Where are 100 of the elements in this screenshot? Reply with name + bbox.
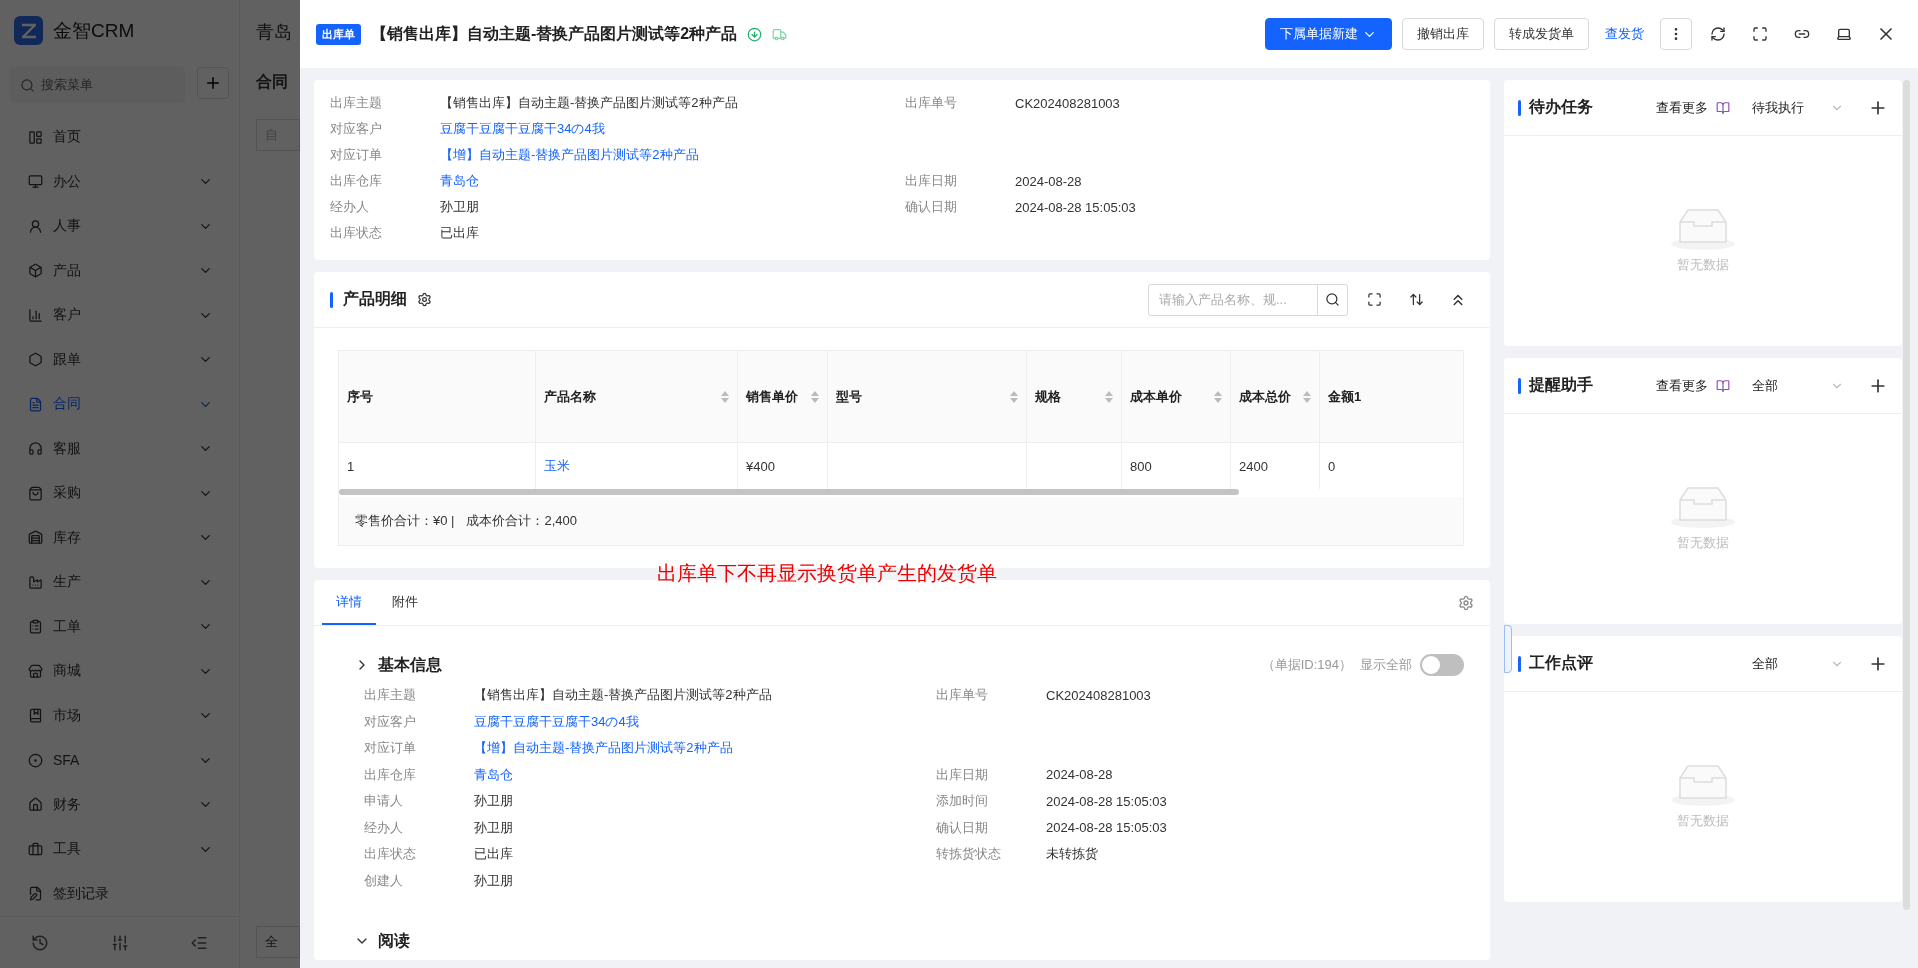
page-title: 青岛 xyxy=(256,21,293,44)
menu-item[interactable]: 库存 xyxy=(0,515,239,561)
empty-inbox-icon xyxy=(1670,208,1736,250)
drawer-title: 【销售出库】自动主题-替换产品图片测试等2种产品 xyxy=(371,23,738,44)
column-header: 成本总价 xyxy=(1231,351,1320,443)
add-button[interactable] xyxy=(197,67,229,100)
search-icon[interactable] xyxy=(1325,292,1340,307)
menu-item[interactable]: 财务 xyxy=(0,782,239,828)
sort-icon[interactable] xyxy=(1105,390,1113,403)
field-link[interactable]: 青岛仓 xyxy=(474,765,513,784)
sort-icon[interactable] xyxy=(721,390,729,403)
tab[interactable]: 附件 xyxy=(378,580,432,625)
panel-title: 工作点评 xyxy=(1529,653,1594,673)
sort-icon[interactable] xyxy=(1010,390,1018,403)
menu-item-icon xyxy=(28,574,43,590)
menu-item[interactable]: 客服 xyxy=(0,426,239,472)
menu-item[interactable]: 生产 xyxy=(0,560,239,605)
scrollbar[interactable] xyxy=(339,489,1239,495)
menu-item[interactable]: 商城 xyxy=(0,649,239,694)
panel-title: 提醒助手 xyxy=(1529,375,1594,395)
menu-item-icon xyxy=(28,619,43,635)
menu-item-icon xyxy=(28,352,43,368)
column-header: 规格 xyxy=(1027,351,1122,443)
field-value: 【销售出库】自动主题-替换产品图片测试等2种产品 xyxy=(474,686,772,705)
logo-text: 金智CRM xyxy=(53,18,135,43)
field-label: 出库仓库 xyxy=(330,172,383,190)
field-label: 添加时间 xyxy=(936,792,989,811)
field-label: 出库日期 xyxy=(936,765,989,784)
field-value: 孙卫朋 xyxy=(440,198,479,216)
total-text: 成本价合计：2,400 xyxy=(466,512,577,530)
field-link[interactable]: 青岛仓 xyxy=(440,172,479,190)
menu-item[interactable]: 市场 xyxy=(0,693,239,739)
footer-button[interactable]: 全 xyxy=(256,926,300,958)
menu-item[interactable]: 工单 xyxy=(0,604,239,650)
action-button[interactable]: 转成发货单 xyxy=(1494,18,1589,50)
menu-item-icon xyxy=(28,530,43,546)
empty-text: 暂无数据 xyxy=(1677,812,1729,830)
field-link[interactable]: 豆腐干豆腐干豆腐干34の4我 xyxy=(474,712,639,731)
logo-icon xyxy=(14,16,43,46)
menu-item[interactable]: 合同 xyxy=(0,382,239,427)
field-label: 确认日期 xyxy=(936,818,989,837)
panel-title: 待办任务 xyxy=(1529,97,1594,117)
field-link[interactable]: 【增】自动主题-替换产品图片测试等2种产品 xyxy=(440,146,699,164)
column-header: 型号 xyxy=(828,351,1027,443)
menu-item[interactable]: 产品 xyxy=(0,248,239,294)
field-label: 对应订单 xyxy=(330,146,383,164)
menu-item[interactable]: 人事 xyxy=(0,204,239,249)
empty-inbox-icon xyxy=(1670,764,1736,806)
field-value: 2024-08-28 15:05:03 xyxy=(1015,199,1136,215)
menu-item[interactable]: 首页 xyxy=(0,115,239,160)
field-value: 已出库 xyxy=(474,845,513,864)
field-label: 出库单号 xyxy=(905,94,958,112)
field-label: 确认日期 xyxy=(905,198,958,216)
menu-item-icon xyxy=(28,752,43,768)
field-label: 出库日期 xyxy=(905,172,958,190)
show-all-toggle[interactable] xyxy=(1420,654,1464,676)
more-link[interactable]: 查看更多 xyxy=(1656,376,1708,395)
field-link[interactable]: 豆腐干豆腐干豆腐干34の4我 xyxy=(440,120,605,138)
download-icon xyxy=(747,26,763,42)
menu-item[interactable]: 客户 xyxy=(0,293,239,338)
empty-text: 暂无数据 xyxy=(1677,534,1729,552)
column-header: 金额1 xyxy=(1320,351,1463,443)
panel-toggle-handle[interactable] xyxy=(1504,625,1512,673)
settings-icon[interactable] xyxy=(417,292,432,307)
menu-item[interactable]: 签到记录 xyxy=(0,871,239,917)
menu-item[interactable]: 跟单 xyxy=(0,337,239,383)
product-search-field[interactable]: 请输入产品名称、规... xyxy=(1148,283,1348,316)
scrollbar[interactable] xyxy=(1903,80,1910,910)
filter-select[interactable]: 待我执行 xyxy=(1752,98,1822,117)
total-text: 零售价合计：¥0 | xyxy=(355,512,455,530)
tab[interactable]: 详情 xyxy=(322,580,376,625)
column-header: 产品名称 xyxy=(536,351,738,443)
record-id: （单据ID:194） xyxy=(1261,656,1352,674)
sort-icon[interactable] xyxy=(811,390,819,403)
sort-icon[interactable] xyxy=(1303,390,1311,403)
menu-item-icon xyxy=(28,218,43,234)
section-title: 基本信息 xyxy=(378,654,442,675)
section-title: 阅读 xyxy=(378,930,410,951)
sort-icon[interactable] xyxy=(1214,390,1222,403)
menu-item[interactable]: 办公 xyxy=(0,159,239,205)
action-button[interactable]: 下属单据新建 xyxy=(1265,18,1392,50)
menu-item[interactable]: SFA xyxy=(0,738,239,783)
field-link[interactable]: 【增】自动主题-替换产品图片测试等2种产品 xyxy=(474,739,733,758)
field-label: 出库状态 xyxy=(330,224,383,242)
menu-item-icon xyxy=(28,841,43,857)
action-button[interactable]: 撤销出库 xyxy=(1402,18,1484,50)
link-button[interactable]: 查发货 xyxy=(1599,18,1650,50)
field-value: CK202408281003 xyxy=(1015,95,1120,111)
field-value: 2024-08-28 15:05:03 xyxy=(1046,820,1167,836)
filter-select[interactable]: 全部 xyxy=(1752,654,1822,673)
field-label: 对应客户 xyxy=(364,712,417,731)
more-link[interactable]: 查看更多 xyxy=(1656,98,1708,117)
filter-select[interactable]: 全部 xyxy=(1752,376,1822,395)
menu-item[interactable]: 工具 xyxy=(0,827,239,872)
field-value: 孙卫朋 xyxy=(474,792,513,811)
menu-item[interactable]: 采购 xyxy=(0,471,239,516)
type-badge: 出库单 xyxy=(316,23,361,45)
section-title: 产品明细 xyxy=(343,289,407,309)
field-value: 【销售出库】自动主题-替换产品图片测试等2种产品 xyxy=(440,94,738,112)
empty-text: 暂无数据 xyxy=(1677,256,1729,274)
